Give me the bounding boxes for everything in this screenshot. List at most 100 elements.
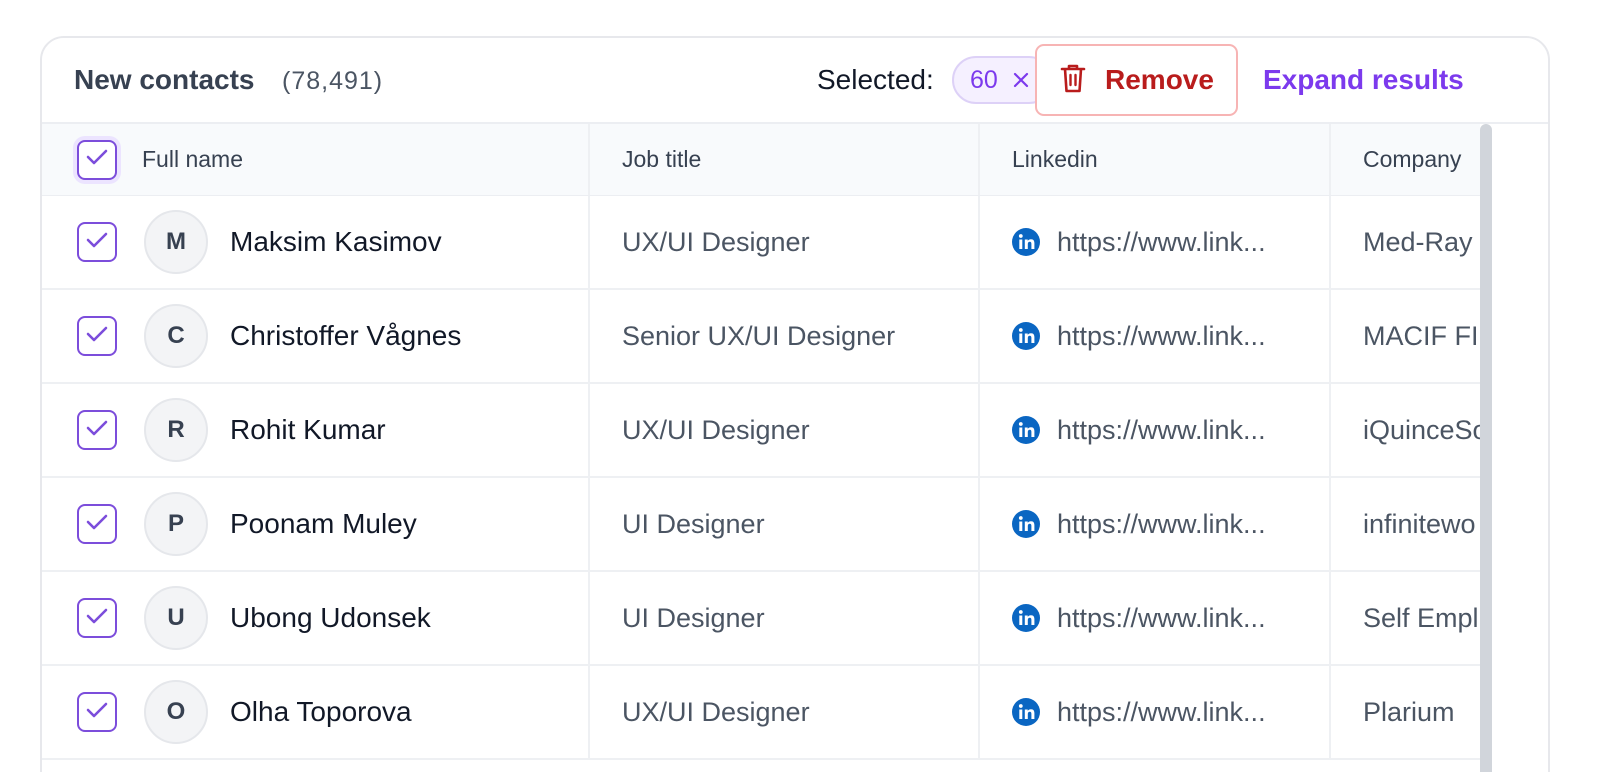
- avatar: M: [144, 210, 208, 274]
- cell-full-name: P Poonam Muley: [42, 478, 588, 570]
- expand-results-link[interactable]: Expand results: [1263, 64, 1464, 96]
- checkmark-icon: [85, 606, 109, 631]
- checkmark-icon: [85, 147, 109, 172]
- linkedin-link[interactable]: https://www.link...: [1057, 509, 1266, 540]
- header-job-title: Job title: [588, 124, 978, 195]
- job-title: UI Designer: [622, 508, 765, 539]
- row-checkbox[interactable]: [77, 598, 117, 638]
- cell-company: Self Empl: [1329, 572, 1480, 664]
- row-checkbox[interactable]: [77, 504, 117, 544]
- cell-linkedin: https://www.link...: [978, 290, 1329, 382]
- cell-linkedin: https://www.link...: [978, 478, 1329, 570]
- linkedin-icon: [1011, 227, 1041, 257]
- page-title: New contacts: [74, 64, 255, 95]
- cell-job-title: UX/UI Designer: [588, 196, 978, 288]
- row-checkbox[interactable]: [77, 316, 117, 356]
- linkedin-icon: [1011, 509, 1041, 539]
- table-row[interactable]: P Poonam Muley UI Designer https://www.l…: [42, 478, 1480, 572]
- table-header: Full name Job title Linkedin Company: [42, 124, 1480, 196]
- avatar: R: [144, 398, 208, 462]
- cell-linkedin: https://www.link...: [978, 384, 1329, 476]
- cell-full-name: M Maksim Kasimov: [42, 196, 588, 288]
- linkedin-link[interactable]: https://www.link...: [1057, 227, 1266, 258]
- job-title: UI Designer: [622, 602, 765, 633]
- contact-name[interactable]: Poonam Muley: [230, 508, 417, 540]
- linkedin-icon: [1011, 321, 1041, 351]
- avatar: U: [144, 586, 208, 650]
- cell-company: infinitewo: [1329, 478, 1480, 570]
- cell-full-name: C Christoffer Vågnes: [42, 290, 588, 382]
- checkmark-icon: [85, 230, 109, 255]
- job-title: UX/UI Designer: [622, 696, 810, 727]
- contact-name[interactable]: Rohit Kumar: [230, 414, 386, 446]
- cell-job-title: UI Designer: [588, 478, 978, 570]
- company-name: Plarium: [1363, 696, 1455, 727]
- avatar-initial: U: [167, 604, 185, 631]
- avatar-initial: P: [167, 510, 184, 537]
- vertical-scrollbar[interactable]: [1480, 124, 1492, 772]
- cell-company: iQuinceSo: [1329, 384, 1480, 476]
- checkmark-icon: [85, 324, 109, 349]
- row-checkbox[interactable]: [77, 222, 117, 262]
- avatar: O: [144, 680, 208, 744]
- linkedin-link[interactable]: https://www.link...: [1057, 415, 1266, 446]
- header-linkedin: Linkedin: [978, 124, 1329, 195]
- job-title: UX/UI Designer: [622, 226, 810, 257]
- company-name: Self Empl: [1363, 602, 1479, 633]
- table-row[interactable]: M Maksim Kasimov UX/UI Designer https://…: [42, 196, 1480, 290]
- cell-job-title: UX/UI Designer: [588, 384, 978, 476]
- table-row[interactable]: U Ubong Udonsek UI Designer https://www.…: [42, 572, 1480, 666]
- column-header-full-name[interactable]: Full name: [142, 146, 243, 173]
- contact-name[interactable]: Christoffer Vågnes: [230, 320, 461, 352]
- trash-icon: [1059, 62, 1087, 99]
- linkedin-link[interactable]: https://www.link...: [1057, 321, 1266, 352]
- header-company: Company: [1329, 124, 1480, 195]
- row-checkbox[interactable]: [77, 692, 117, 732]
- cell-company: Med-Ray: [1329, 196, 1480, 288]
- cell-full-name: U Ubong Udonsek: [42, 572, 588, 664]
- company-name: iQuinceSo: [1363, 414, 1480, 445]
- close-icon[interactable]: [1012, 71, 1030, 89]
- company-name: infinitewo: [1363, 508, 1476, 539]
- remove-button-label: Remove: [1105, 64, 1214, 95]
- job-title: Senior UX/UI Designer: [622, 320, 896, 351]
- avatar-initial: C: [167, 322, 185, 349]
- avatar-initial: M: [166, 228, 186, 255]
- table-body: M Maksim Kasimov UX/UI Designer https://…: [42, 196, 1480, 760]
- contacts-panel: New contacts (78,491) Selected: 60 Remov…: [40, 36, 1550, 772]
- contact-name[interactable]: Maksim Kasimov: [230, 226, 442, 258]
- avatar-initial: O: [166, 698, 186, 725]
- cell-company: MACIF FI: [1329, 290, 1480, 382]
- toolbar: New contacts (78,491) Selected: 60 Remov…: [42, 38, 1548, 124]
- checkmark-icon: [85, 700, 109, 725]
- cell-job-title: Senior UX/UI Designer: [588, 290, 978, 382]
- cell-full-name: O Olha Toporova: [42, 666, 588, 758]
- avatar-initial: R: [167, 416, 185, 443]
- column-header-company[interactable]: Company: [1363, 146, 1461, 173]
- contact-name[interactable]: Ubong Udonsek: [230, 602, 431, 634]
- selected-count: 60: [970, 65, 998, 94]
- table-row[interactable]: C Christoffer Vågnes Senior UX/UI Design…: [42, 290, 1480, 384]
- job-title: UX/UI Designer: [622, 414, 810, 445]
- checkmark-icon: [85, 418, 109, 443]
- contact-name[interactable]: Olha Toporova: [230, 696, 412, 728]
- select-all-checkbox[interactable]: [77, 139, 117, 180]
- checkmark-icon: [85, 512, 109, 537]
- cell-company: Plarium: [1329, 666, 1480, 758]
- table-row[interactable]: O Olha Toporova UX/UI Designer https://w…: [42, 666, 1480, 760]
- remove-button[interactable]: Remove: [1035, 44, 1238, 116]
- avatar: P: [144, 492, 208, 556]
- contacts-count: (78,491): [282, 67, 384, 95]
- selected-label: Selected:: [817, 64, 934, 95]
- column-header-job-title[interactable]: Job title: [622, 146, 701, 173]
- linkedin-link[interactable]: https://www.link...: [1057, 697, 1266, 728]
- linkedin-link[interactable]: https://www.link...: [1057, 603, 1266, 634]
- table-row[interactable]: R Rohit Kumar UX/UI Designer https://www…: [42, 384, 1480, 478]
- avatar: C: [144, 304, 208, 368]
- linkedin-icon: [1011, 415, 1041, 445]
- column-header-linkedin[interactable]: Linkedin: [1012, 146, 1098, 173]
- cell-full-name: R Rohit Kumar: [42, 384, 588, 476]
- company-name: MACIF FI: [1363, 320, 1479, 351]
- cell-linkedin: https://www.link...: [978, 572, 1329, 664]
- row-checkbox[interactable]: [77, 410, 117, 450]
